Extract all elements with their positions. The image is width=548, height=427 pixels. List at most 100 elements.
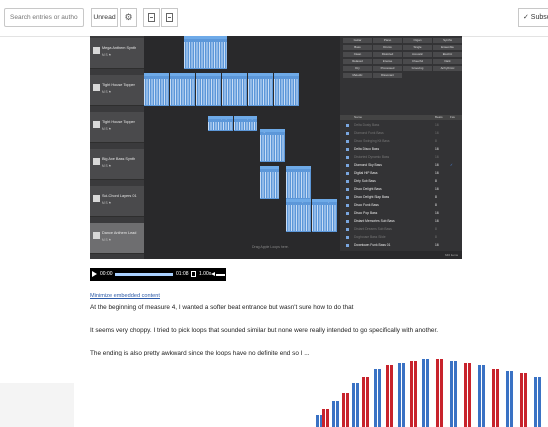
browser-count: 646 items: [444, 253, 458, 257]
gray-block: [0, 383, 74, 427]
loop-header-fav: Fav: [450, 115, 456, 119]
audio-region[interactable]: Sci Game Beat: [144, 73, 169, 106]
loop-row[interactable]: Distant Memories Sub Bass 16: [340, 218, 462, 224]
track-header[interactable]: Tight House Topper M S ⚑: [90, 75, 144, 106]
track-header[interactable]: Tight House Topper M S ⚑: [90, 112, 144, 143]
loop-row[interactable]: Distant Dreams Sub Bass 8: [340, 226, 462, 232]
track-controls[interactable]: M S ⚑: [102, 127, 111, 131]
loop-row[interactable]: Distorted Dynamic Bass 16: [340, 154, 462, 160]
loop-header-beats: Beats: [435, 115, 443, 119]
category-button[interactable]: Dark: [433, 59, 462, 64]
category-button[interactable]: Acoustic: [403, 52, 432, 57]
audio-region[interactable]: Diamond Sky Bass: [312, 199, 337, 232]
waveform: [184, 42, 227, 68]
track-controls[interactable]: M S ⚑: [102, 238, 111, 242]
track-header[interactable]: Big Axe Bass Synth M S ⚑: [90, 149, 144, 180]
loop-row[interactable]: Disco Funk Bass 8: [340, 202, 462, 208]
loop-row[interactable]: Digital HiP Bass 16: [340, 170, 462, 176]
track-controls[interactable]: M S ⚑: [102, 90, 111, 94]
track-controls[interactable]: M S ⚑: [102, 53, 111, 57]
loop-row[interactable]: Delta Dusty Bass 16: [340, 122, 462, 128]
category-button[interactable]: Synths: [433, 38, 462, 43]
category-button[interactable]: Bass: [343, 45, 372, 50]
progress-bar[interactable]: [115, 273, 173, 276]
waveform: [234, 122, 257, 130]
expand-all-button[interactable]: [143, 8, 160, 27]
stripe-bar: [398, 363, 406, 427]
stripe-bar: [534, 377, 542, 427]
category-button[interactable]: Ensemble: [433, 45, 462, 50]
audio-region[interactable]: Sci Game Beat: [248, 73, 273, 106]
audio-region[interactable]: Sci Game Beat: [184, 36, 227, 69]
region-label: Sci Game Beat: [249, 73, 268, 77]
category-button[interactable]: Grooving: [403, 66, 432, 71]
category-button[interactable]: Dry: [343, 66, 372, 71]
loop-beats: 16: [435, 147, 439, 151]
loop-row[interactable]: Disco Delight Bass 16: [340, 186, 462, 192]
category-button[interactable]: Piano: [373, 38, 402, 43]
track-controls[interactable]: M S ⚑: [102, 164, 111, 168]
track-name: Mega Anthem Synth: [102, 46, 137, 50]
audio-region[interactable]: Diamond Sky Bass: [286, 199, 311, 232]
category-button[interactable]: Arrhythmic: [433, 66, 462, 71]
loop-row[interactable]: Delta Disco Bass 16: [340, 146, 462, 152]
category-button[interactable]: Electric: [433, 52, 462, 57]
loop-row[interactable]: Disco Swinging Kit Bass 8: [340, 138, 462, 144]
track-controls[interactable]: M S ⚑: [102, 201, 111, 205]
category-button[interactable]: Relaxed: [343, 59, 372, 64]
audio-region[interactable]: Minimal Up Synth: [234, 116, 257, 131]
category-button[interactable]: Processed: [373, 66, 402, 71]
loop-row[interactable]: Doghouse Bass Slide 8: [340, 234, 462, 240]
stripe-bar: [322, 409, 330, 427]
volume-slider[interactable]: [216, 273, 225, 276]
track-header[interactable]: Sci-Chord Layers 01 M S ⚑: [90, 186, 144, 217]
audio-region[interactable]: Sci Game Beat: [222, 73, 247, 106]
audio-region[interactable]: Minimal Up Synth: [208, 116, 233, 131]
category-button[interactable]: Intense: [373, 59, 402, 64]
track-name: Big Axe Bass Synth: [102, 157, 136, 161]
category-button[interactable]: Dissonant: [373, 73, 402, 78]
loop-row[interactable]: Diamond Funk Bass 16: [340, 130, 462, 136]
category-button[interactable]: Distorted: [373, 52, 402, 57]
loop-row[interactable]: Downtown Funk Bass 01 16: [340, 242, 462, 248]
audio-region[interactable]: Sci Game Beat: [274, 73, 299, 106]
unread-button[interactable]: Unread: [91, 8, 118, 27]
track-header[interactable]: Mega Anthem Synth M S ⚑: [90, 38, 144, 69]
track-list: Mega Anthem Synth M S ⚑ Tight House Topper…: [90, 36, 144, 259]
loop-row[interactable]: Dirty Sub Bass 8: [340, 178, 462, 184]
loop-favorite[interactable]: ✓: [450, 162, 453, 168]
subscribe-button[interactable]: ✓ Subscribe: [518, 8, 548, 27]
track-header[interactable]: Dance Anthem Lead M S ⚑: [90, 223, 144, 254]
audio-region[interactable]: Sci Game Beat: [196, 73, 221, 106]
playback-speed[interactable]: 1.00x: [199, 271, 211, 277]
category-button[interactable]: Organ: [403, 38, 432, 43]
category-button[interactable]: Guitar: [343, 38, 372, 43]
collapse-all-button[interactable]: [161, 8, 178, 27]
region-label: Sci Game Beat: [223, 73, 242, 77]
category-button[interactable]: Clean: [343, 52, 372, 57]
play-icon[interactable]: [92, 271, 97, 277]
audio-region[interactable]: Sci Chord Bass: [260, 166, 279, 199]
region-label: Sci Game Beat: [185, 36, 204, 40]
audio-region[interactable]: Big Axe Bass: [260, 129, 285, 162]
loop-icon: [346, 163, 349, 167]
loop-row[interactable]: Diamond Sky Bass 16 ✓: [340, 162, 462, 168]
minimize-link[interactable]: Minimize embedded content: [90, 293, 160, 299]
category-button[interactable]: Melodic: [343, 73, 372, 78]
audio-region[interactable]: Sci Game Beat: [170, 73, 195, 106]
search-input[interactable]: [4, 8, 84, 27]
audio-region[interactable]: Sci Chord Bass: [286, 166, 311, 199]
settings-button[interactable]: ⚙: [120, 8, 137, 27]
category-button[interactable]: Single: [403, 45, 432, 50]
loop-icon: [346, 123, 349, 127]
loop-row[interactable]: Disco Delight Slap Bass 8: [340, 194, 462, 200]
loop-row[interactable]: Disco Pop Bass 16: [340, 210, 462, 216]
volume-icon[interactable]: [211, 271, 215, 276]
collapse-icon: [166, 13, 173, 22]
category-button[interactable]: Drums: [373, 45, 402, 50]
download-icon[interactable]: [191, 271, 196, 277]
loop-beats: 8: [435, 235, 437, 239]
category-button[interactable]: Cheerful: [403, 59, 432, 64]
loop-beats: 16: [435, 123, 439, 127]
stripe-bar: [436, 359, 444, 427]
